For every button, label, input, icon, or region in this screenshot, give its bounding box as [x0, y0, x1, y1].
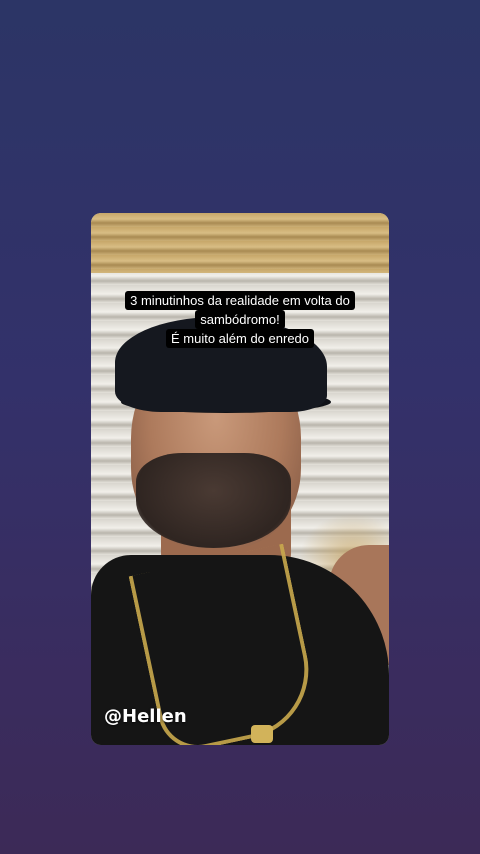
chain-pendant	[251, 725, 273, 743]
mention-tag[interactable]: @Hellen	[104, 706, 187, 727]
beard	[136, 453, 291, 548]
caption-line-3: É muito além do enredo	[165, 329, 315, 348]
caption-line-1: 3 minutinhos da realidade em volta do	[125, 291, 355, 310]
story-caption: 3 minutinhos da realidade em volta do sa…	[91, 291, 389, 348]
caption-line-2: sambódromo!	[195, 310, 285, 329]
